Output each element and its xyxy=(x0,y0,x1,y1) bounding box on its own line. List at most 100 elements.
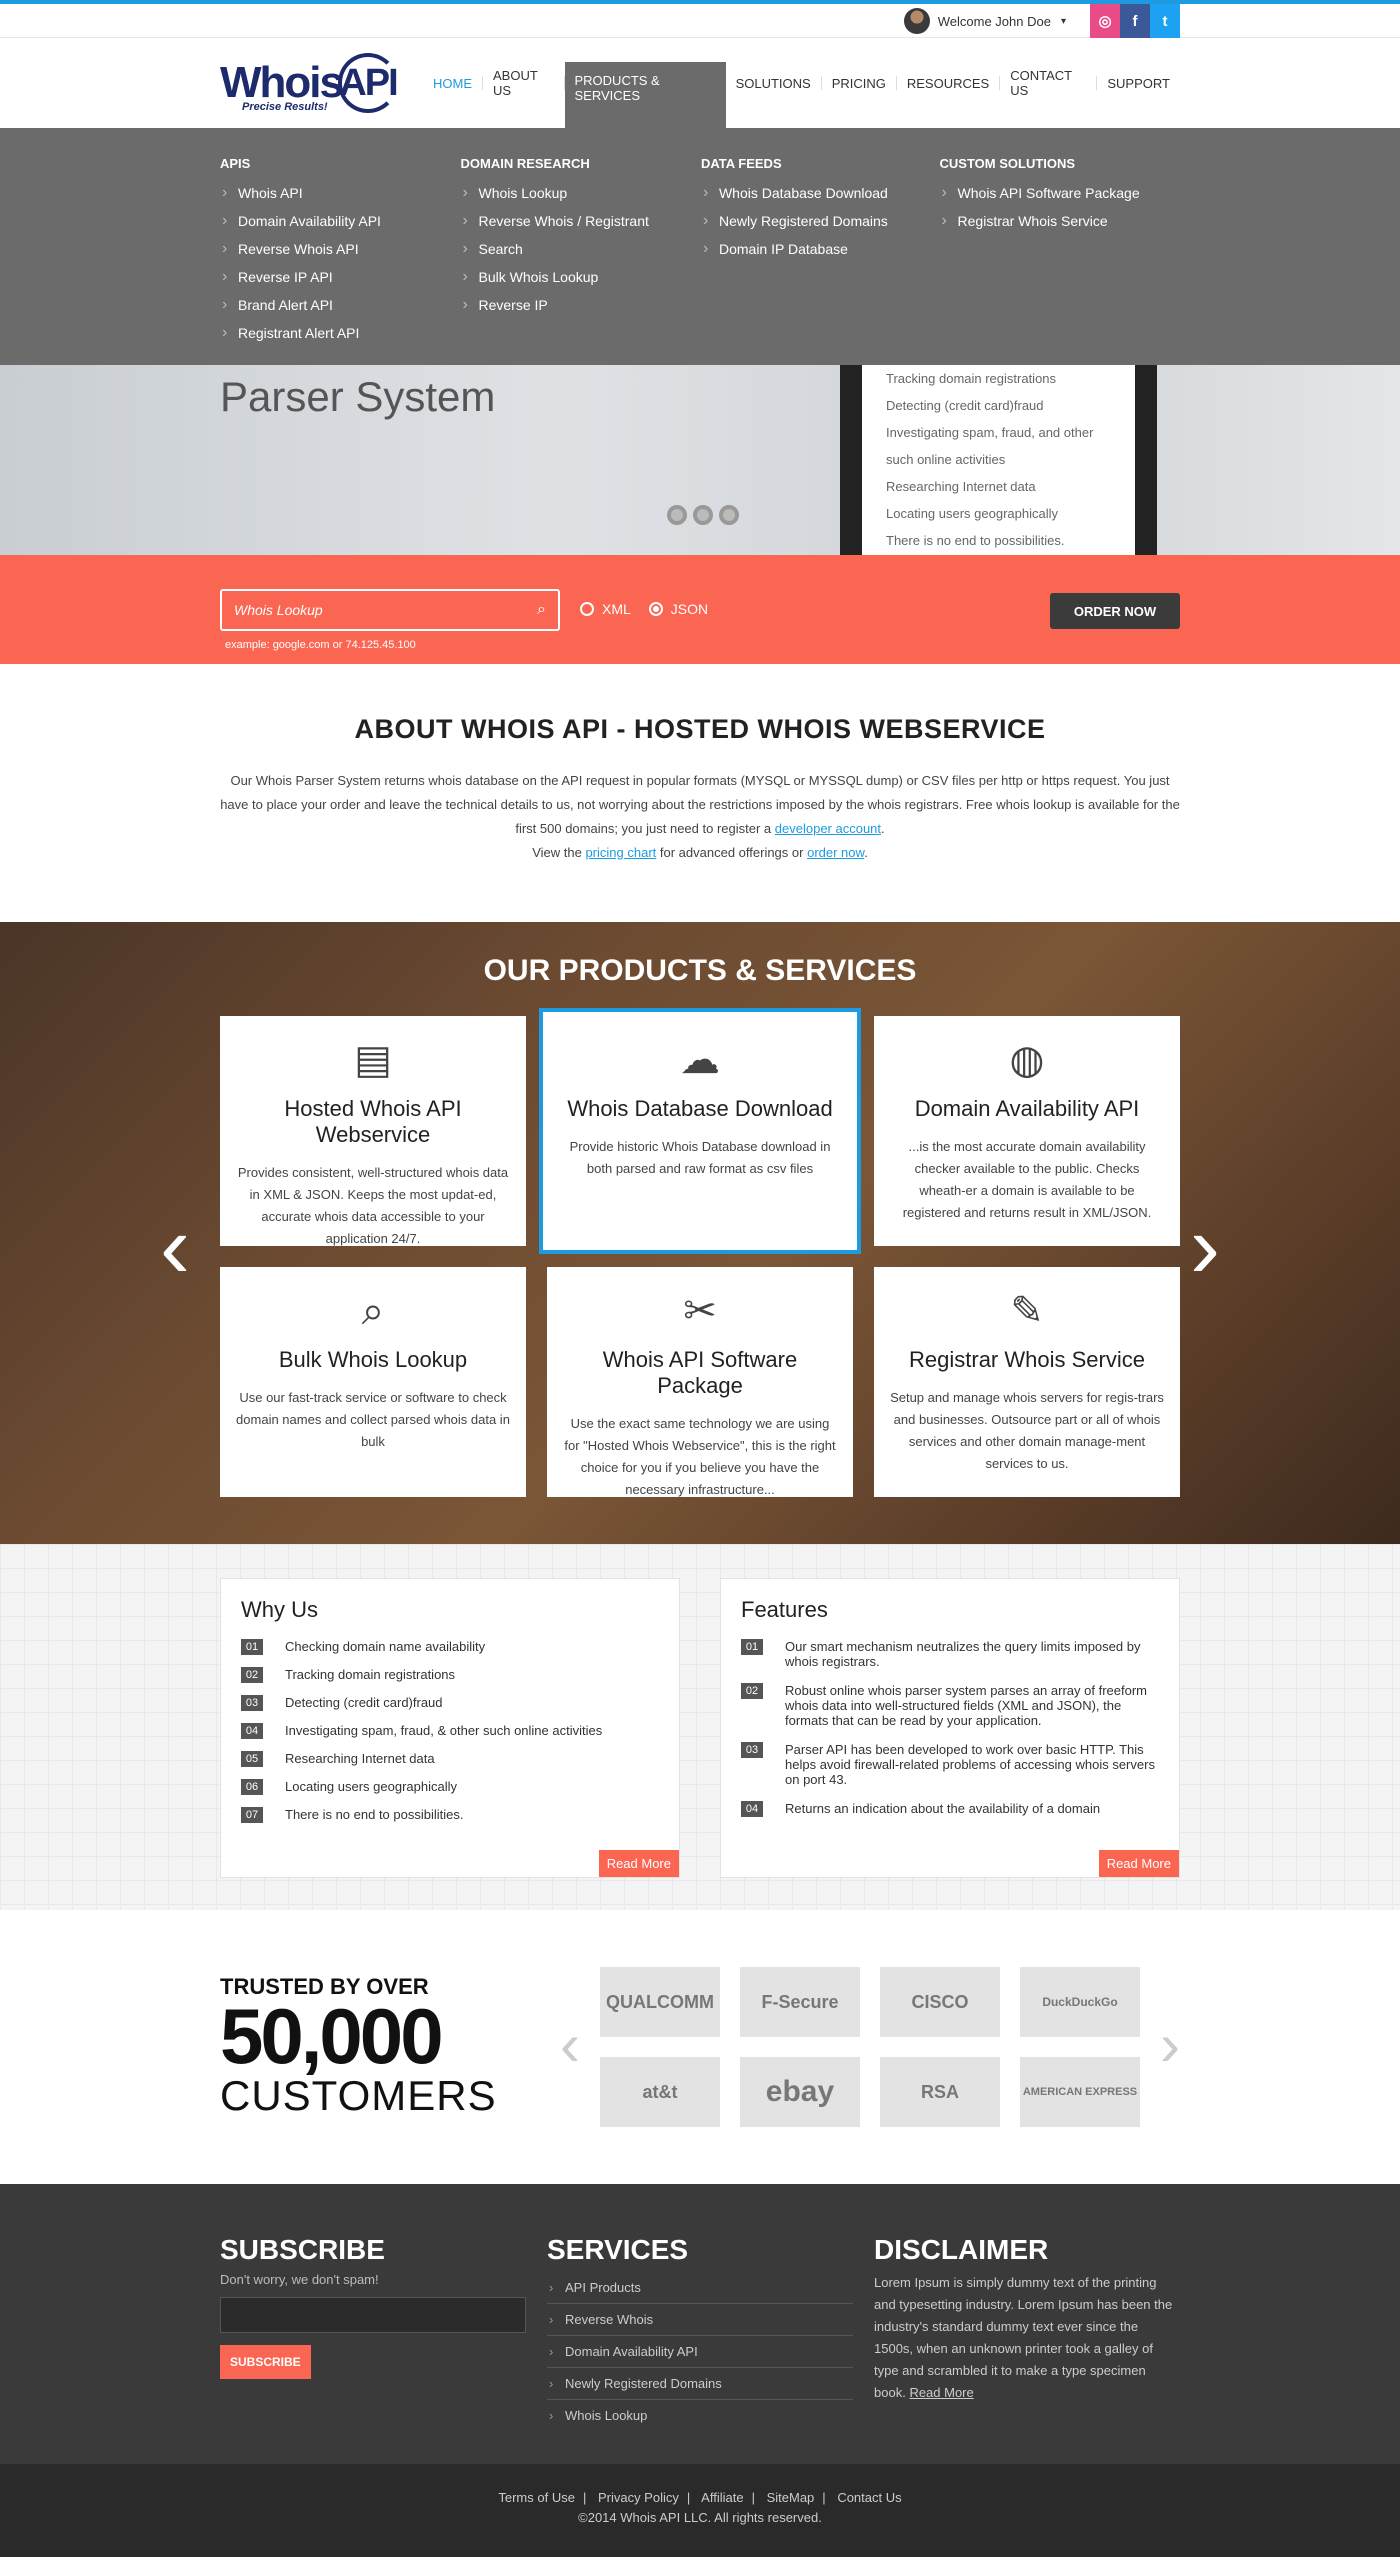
mega-item[interactable]: Search xyxy=(460,235,700,263)
header: Whois API Precise Results! HOME ABOUT US … xyxy=(0,38,1400,128)
affiliate-link[interactable]: Affiliate xyxy=(701,2490,743,2505)
client-logo-cisco: CISCO xyxy=(880,1967,1000,2037)
user-menu[interactable]: Welcome John Doe ▾ xyxy=(903,8,1066,34)
mega-item[interactable]: Reverse Whois / Registrant xyxy=(460,207,700,235)
json-radio[interactable] xyxy=(648,602,663,616)
product-card[interactable]: ◍ Domain Availability API ...is the most… xyxy=(874,1016,1180,1246)
slider-dot[interactable] xyxy=(667,505,687,525)
mega-item[interactable]: Reverse Whois API xyxy=(220,235,460,263)
list-text: Parser API has been developed to work ov… xyxy=(785,1742,1155,1787)
nav-about-us[interactable]: ABOUT US xyxy=(483,68,565,98)
welcome-text: Welcome John Doe xyxy=(937,13,1051,29)
client-logo-qualcomm: QUALCOMM xyxy=(600,1967,720,2037)
xml-radio[interactable] xyxy=(580,602,594,616)
mega-item[interactable]: Reverse IP API xyxy=(220,263,460,291)
nav-products-services[interactable]: PRODUCTS & SERVICES xyxy=(564,62,726,128)
product-card-title: Whois Database Download xyxy=(567,1096,833,1121)
product-card[interactable]: ▤ Hosted Whois API Webservice Provides c… xyxy=(220,1016,526,1246)
footer-service-link[interactable]: Reverse Whois xyxy=(547,2304,853,2336)
logo[interactable]: Whois API Precise Results! xyxy=(220,53,423,113)
mega-menu: APIs Whois API Domain Availability API R… xyxy=(0,128,1400,365)
edit-document-icon: ✎ xyxy=(1010,1289,1044,1333)
mega-item[interactable]: Newly Registered Domains xyxy=(701,207,940,235)
list-text: Returns an indication about the availabi… xyxy=(785,1801,1101,1816)
slider-dot[interactable] xyxy=(719,505,739,525)
subscribe-button[interactable]: SUBSCRIBE xyxy=(220,2345,311,2379)
mega-item[interactable]: Domain Availability API xyxy=(220,207,460,235)
sitemap-link[interactable]: SiteMap xyxy=(767,2490,815,2505)
nav-pricing[interactable]: PRICING xyxy=(822,76,897,91)
search-input[interactable]: Whois Lookup ⌕ xyxy=(220,589,560,631)
terms-link[interactable]: Terms of Use xyxy=(498,2490,575,2505)
mega-item[interactable]: Bulk Whois Lookup xyxy=(460,263,700,291)
list-number: 04 xyxy=(241,1723,263,1739)
mega-item[interactable]: Registrar Whois Service xyxy=(940,207,1180,235)
developer-account-link[interactable]: developer account xyxy=(775,821,881,836)
footer-service-link[interactable]: Whois Lookup xyxy=(547,2400,853,2431)
search-icon[interactable]: ⌕ xyxy=(537,601,546,619)
avatar xyxy=(903,8,930,34)
subscribe-subtitle: Don't worry, we don't spam! xyxy=(220,2272,379,2287)
mega-item[interactable]: Whois API Software Package xyxy=(940,179,1180,207)
mega-item[interactable]: Brand Alert API xyxy=(220,291,460,319)
features-read-more-button[interactable]: Read More xyxy=(1098,1850,1179,1877)
list-item: 02 Tracking domain registrations xyxy=(241,1667,659,1683)
list-number: 01 xyxy=(741,1639,763,1655)
order-now-button[interactable]: ORDER NOW xyxy=(1050,593,1180,629)
mega-item[interactable]: Whois Lookup xyxy=(460,179,700,207)
chevron-left-icon[interactable]: ‹ xyxy=(160,1202,190,1292)
product-card[interactable]: ☁ Whois Database Download Provide histor… xyxy=(539,1008,861,1254)
mega-item[interactable]: Domain IP Database xyxy=(701,235,940,263)
privacy-link[interactable]: Privacy Policy xyxy=(598,2490,679,2505)
footer-service-link[interactable]: Newly Registered Domains xyxy=(547,2368,853,2400)
services-column: SERVICES API Products Reverse Whois Doma… xyxy=(547,2234,853,2431)
nav-support[interactable]: SUPPORT xyxy=(1097,76,1180,91)
chevron-right-icon[interactable]: › xyxy=(1160,2015,1180,2075)
subscribe-email-input[interactable] xyxy=(220,2297,526,2333)
mega-item[interactable]: Reverse IP xyxy=(460,291,700,319)
nav-solutions[interactable]: SOLUTIONS xyxy=(726,76,822,91)
product-card[interactable]: ✂ Whois API Software Package Use the exa… xyxy=(547,1267,853,1497)
mega-item[interactable]: Registrant Alert API xyxy=(220,319,460,347)
tools-icon: ✂ xyxy=(683,1289,717,1333)
client-logo-rsa: RSA xyxy=(880,2057,1000,2127)
mega-item[interactable]: Whois Database Download xyxy=(701,179,940,207)
nav-contact-us[interactable]: CONTACT US xyxy=(1000,68,1098,98)
slider-dot[interactable] xyxy=(693,505,713,525)
nav-home[interactable]: HOME xyxy=(423,76,483,91)
list-text: Robust online whois parser system parses… xyxy=(785,1683,1147,1728)
product-card-text: Provides consistent, well-structured who… xyxy=(237,1165,509,1246)
hero-slider: Parser System Tracking domain registrati… xyxy=(0,365,1400,555)
contact-link[interactable]: Contact Us xyxy=(837,2490,901,2505)
list-text: Researching Internet data xyxy=(285,1751,435,1766)
list-text: Locating users geographically xyxy=(285,1779,457,1794)
footer-service-link[interactable]: API Products xyxy=(547,2272,853,2304)
client-logo-amex: AMERICAN EXPRESS xyxy=(1020,2057,1140,2127)
bottom-links: Terms of Use | Privacy Policy | Affiliate |… xyxy=(498,2490,902,2505)
product-card[interactable]: ⌕ Bulk Whois Lookup Use our fast-track s… xyxy=(220,1267,526,1497)
hero-screen-list: Tracking domain registrations Detecting … xyxy=(862,365,1135,555)
footer-service-link[interactable]: Domain Availability API xyxy=(547,2336,853,2368)
pricing-chart-link[interactable]: pricing chart xyxy=(585,845,656,860)
order-now-link[interactable]: order now xyxy=(807,845,864,860)
features-panel: Features 01 Our smart mechanism neutraliz… xyxy=(720,1578,1180,1878)
list-number: 02 xyxy=(741,1683,763,1699)
products-title: OUR PRODUCTS & SERVICES xyxy=(483,954,917,987)
twitter-icon[interactable]: t xyxy=(1150,4,1180,38)
about-view-text: View the xyxy=(532,845,582,860)
list-text: Our smart mechanism neutralizes the quer… xyxy=(785,1639,1141,1669)
chevron-left-icon[interactable]: ‹ xyxy=(560,2015,580,2075)
dribbble-icon[interactable]: ◎ xyxy=(1090,4,1120,38)
disclaimer-read-more-link[interactable]: Read More xyxy=(909,2385,973,2400)
about-title: ABOUT WHOIS API - HOSTED WHOIS WEBSERVIC… xyxy=(354,714,1046,744)
chevron-right-icon[interactable]: › xyxy=(1190,1202,1220,1292)
mega-item[interactable]: Whois API xyxy=(220,179,460,207)
why-read-more-button[interactable]: Read More xyxy=(598,1850,679,1877)
hero-screen-item: Investigating spam, fraud, and other xyxy=(886,425,1094,440)
product-cards: ▤ Hosted Whois API Webservice Provides c… xyxy=(220,1008,1180,1497)
hero-title: Parser System xyxy=(220,373,496,420)
facebook-icon[interactable]: f xyxy=(1120,4,1150,38)
disclaimer-text: Lorem Ipsum is simply dummy text of the … xyxy=(874,2272,1180,2404)
product-card[interactable]: ✎ Registrar Whois Service Setup and mana… xyxy=(874,1267,1180,1497)
nav-resources[interactable]: RESOURCES xyxy=(897,76,1001,91)
